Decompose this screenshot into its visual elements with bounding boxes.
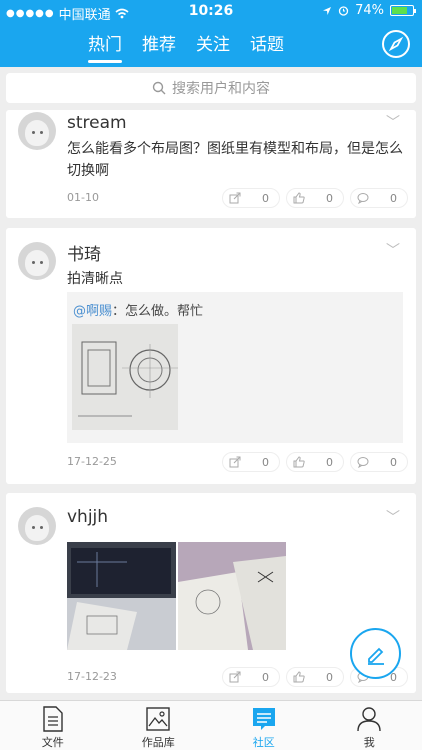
community-icon (252, 708, 275, 730)
thumbs-up-icon (293, 456, 305, 468)
pencil-icon (367, 647, 384, 665)
share-button[interactable]: 0 (222, 188, 280, 208)
profile-icon (357, 707, 381, 732)
tab-topics[interactable]: 话题 (250, 30, 284, 61)
comment-icon (357, 457, 369, 468)
search-icon (152, 81, 166, 95)
post-content: 怎么能看多个布局图？图纸里有模型和布局，但是怎么切换啊 (67, 141, 403, 179)
post-photo[interactable] (178, 542, 286, 650)
top-header: ●●●●● 中国联通 10:26 74% 热门 推荐 关注 话题 (0, 0, 422, 67)
post-date: 01-10 (67, 191, 99, 204)
battery-percent: 74% (355, 3, 384, 18)
comment-icon (357, 193, 369, 204)
document-icon (43, 706, 63, 732)
chevron-down-icon[interactable]: ﹀ (386, 240, 400, 260)
chevron-down-icon[interactable]: ﹀ (386, 112, 400, 132)
search-placeholder: 搜索用户和内容 (172, 81, 270, 97)
alarm-icon (338, 6, 349, 16)
tabbar-item-me[interactable]: 我 (317, 701, 422, 750)
compose-button[interactable] (350, 628, 401, 679)
chevron-down-icon[interactable]: ﹀ (386, 507, 400, 527)
gallery-icon (146, 707, 170, 731)
tab-following[interactable]: 关注 (196, 30, 230, 61)
like-button[interactable]: 0 (286, 452, 344, 472)
comment-button[interactable]: 0 (350, 452, 408, 472)
share-icon (229, 456, 241, 468)
like-button[interactable]: 0 (286, 188, 344, 208)
comment-button[interactable]: 0 (350, 188, 408, 208)
post-content: 拍清晰点 (67, 271, 123, 287)
avatar[interactable] (18, 507, 56, 545)
quoted-post[interactable]: @啊赐：怎么做。帮忙 (67, 292, 403, 443)
share-button[interactable]: 0 (222, 452, 280, 472)
post-username[interactable]: vhjjh (67, 507, 108, 527)
status-bar: ●●●●● 中国联通 10:26 74% (0, 0, 422, 23)
post-card: 书琦 ﹀ 拍清晰点 @啊赐：怎么做。帮忙 17-12-25 0 0 0 (6, 228, 416, 484)
share-icon (229, 671, 241, 683)
search-bar[interactable]: 搜索用户和内容 (6, 73, 416, 103)
tab-recommended[interactable]: 推荐 (142, 30, 176, 61)
bottom-tab-bar: 文件 作品库 社区 我 (0, 700, 422, 750)
quote-text: ：怎么做。帮忙 (112, 304, 204, 319)
avatar[interactable] (18, 242, 56, 280)
post-date: 17-12-25 (67, 455, 117, 468)
tab-hot[interactable]: 热门 (88, 30, 122, 63)
post-card: stream ﹀ 怎么能看多个布局图？图纸里有模型和布局，但是怎么切换啊 01-… (6, 110, 416, 218)
share-button[interactable]: 0 (222, 667, 280, 687)
compass-icon[interactable] (382, 30, 410, 58)
post-username[interactable]: 书琦 (67, 240, 101, 265)
tabbar-item-files[interactable]: 文件 (0, 701, 106, 750)
mention-link[interactable]: @啊赐 (73, 304, 112, 319)
thumbs-up-icon (293, 192, 305, 204)
post-username[interactable]: stream (67, 113, 127, 133)
post-date: 17-12-23 (67, 670, 117, 683)
tabbar-item-community[interactable]: 社区 (211, 701, 317, 750)
drawing-photo[interactable] (72, 324, 178, 430)
like-button[interactable]: 0 (286, 667, 344, 687)
battery-icon (390, 5, 416, 16)
feed-tabs: 热门 推荐 关注 话题 (88, 30, 284, 63)
thumbs-up-icon (293, 671, 305, 683)
tabbar-item-gallery[interactable]: 作品库 (106, 701, 212, 750)
avatar[interactable] (18, 112, 56, 150)
location-icon (323, 6, 332, 15)
post-photo[interactable] (67, 542, 176, 650)
share-icon (229, 192, 241, 204)
